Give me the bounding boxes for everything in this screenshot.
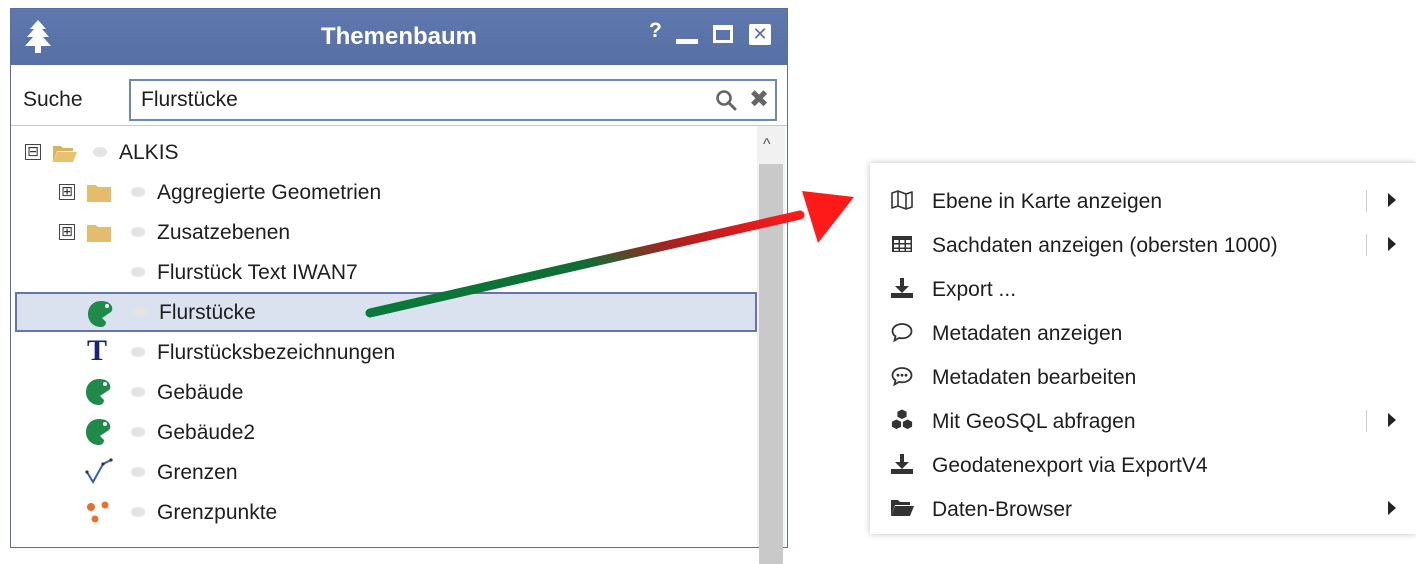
search-row: Suche ✖ (11, 65, 787, 125)
download-icon (891, 278, 913, 298)
tree-item-label: Grenzpunkte (157, 501, 278, 524)
menu-item-label: Ebene in Karte anzeigen (932, 190, 1163, 213)
title-bar[interactable]: Themenbaum ? ✕ (11, 9, 787, 65)
window-title: Themenbaum (320, 23, 478, 50)
search-icon[interactable] (715, 89, 737, 111)
menu-item-metadaten-bearbeiten[interactable]: Metadaten bearbeiten (870, 354, 1416, 398)
minimize-button[interactable] (676, 39, 698, 44)
menu-item-geosql-abfragen[interactable]: Mit GeoSQL abfragen (870, 398, 1416, 442)
menu-item-ebene-in-karte[interactable]: Ebene in Karte anzeigen (870, 178, 1416, 222)
submenu-arrow-icon (1388, 237, 1396, 251)
tree-item-label: Aggregierte Geometrien (157, 181, 382, 204)
comment-icon (131, 347, 145, 357)
close-button[interactable]: ✕ (749, 24, 771, 45)
comment-dots-icon (891, 367, 913, 387)
tree-item-gebaeude2[interactable]: Gebäude2 (11, 412, 757, 452)
folder-icon (87, 185, 111, 202)
tree-item-label: Zusatzebenen (157, 221, 291, 244)
menu-item-metadaten-anzeigen[interactable]: Metadaten anzeigen (870, 310, 1416, 354)
polygon-layer-icon (88, 301, 113, 327)
folder-open-icon (891, 500, 914, 516)
scroll-up-icon[interactable]: ^ (763, 136, 771, 154)
cubes-icon (891, 408, 913, 430)
expand-icon[interactable]: ⊞ (59, 184, 75, 200)
tree-item-label: Gebäude2 (157, 421, 256, 444)
point-layer-icon (87, 501, 109, 523)
search-label: Suche (23, 88, 83, 111)
tree-item-alkis[interactable]: ⊟ ALKIS (11, 132, 757, 172)
comment-icon (131, 227, 145, 237)
comment-icon (133, 307, 147, 317)
menu-item-label: Sachdaten anzeigen (obersten 1000) (932, 234, 1278, 257)
comment-icon (131, 467, 145, 477)
menu-item-label: Metadaten anzeigen (932, 322, 1123, 345)
menu-item-label: Daten-Browser (932, 498, 1073, 521)
download-icon (891, 454, 913, 474)
comment-icon (131, 187, 145, 197)
menu-item-label: Metadaten bearbeiten (932, 366, 1137, 389)
tree-item-label: ALKIS (119, 141, 179, 164)
comment-icon (131, 427, 145, 437)
menu-item-export[interactable]: Export ... (870, 266, 1416, 310)
tree-item-label: Flurstücke (159, 301, 256, 324)
context-menu: Ebene in Karte anzeigen Sachdaten anzeig… (870, 163, 1416, 534)
folder-open-icon (53, 146, 77, 162)
menu-item-label: Export ... (932, 278, 1017, 301)
menu-item-label: Geodatenexport via ExportV4 (932, 454, 1208, 477)
menu-separator (1366, 410, 1367, 432)
submenu-arrow-icon (1388, 501, 1396, 515)
table-icon (892, 236, 912, 252)
folder-icon (87, 225, 111, 242)
line-layer-icon (85, 458, 113, 484)
comment-icon (93, 147, 107, 157)
tree-item-label: Gebäude (157, 381, 244, 404)
search-input[interactable] (131, 81, 701, 119)
maximize-button[interactable] (713, 25, 733, 43)
collapse-icon[interactable]: ⊟ (25, 144, 41, 160)
comment-icon (131, 267, 145, 277)
menu-item-daten-browser[interactable]: Daten-Browser (870, 486, 1416, 530)
expand-icon[interactable]: ⊞ (59, 224, 75, 240)
comment-icon (131, 507, 145, 517)
text-layer-icon: T (87, 334, 108, 367)
menu-item-label: Mit GeoSQL abfragen (932, 410, 1136, 433)
tree-item-gebaeude[interactable]: Gebäude (11, 372, 757, 412)
tree-item-flurstuecksbezeichnungen[interactable]: T Flurstücksbezeichnungen (11, 332, 757, 372)
comment-icon (891, 323, 913, 343)
clear-icon[interactable]: ✖ (749, 85, 769, 114)
tree-item-label: Flurstück Text IWAN7 (157, 261, 358, 284)
submenu-arrow-icon (1388, 193, 1396, 207)
polygon-layer-icon (86, 379, 111, 405)
tree-item-label: Grenzen (157, 461, 238, 484)
menu-separator (1366, 190, 1367, 212)
polygon-layer-icon (86, 419, 111, 445)
menu-item-geodatenexport[interactable]: Geodatenexport via ExportV4 (870, 442, 1416, 486)
search-box: ✖ (129, 79, 777, 121)
help-button[interactable]: ? (649, 19, 662, 43)
gradient-arrow (365, 191, 854, 318)
tree-item-label: Flurstücksbezeichnungen (157, 341, 396, 364)
tree-item-grenzpunkte[interactable]: Grenzpunkte (11, 492, 757, 532)
menu-item-sachdaten-anzeigen[interactable]: Sachdaten anzeigen (obersten 1000) (870, 222, 1416, 266)
submenu-arrow-icon (1388, 413, 1396, 427)
menu-separator (1366, 234, 1367, 256)
comment-icon (131, 387, 145, 397)
tree-item-grenzen[interactable]: Grenzen (11, 452, 757, 492)
map-icon (891, 190, 913, 210)
